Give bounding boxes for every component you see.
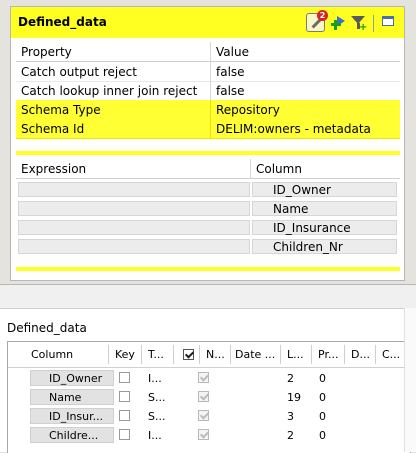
panel-toolbar-strip bbox=[0, 285, 416, 309]
type-cell[interactable]: I... bbox=[148, 429, 162, 442]
property-row-schema-type[interactable]: Schema Type Repository bbox=[16, 100, 400, 120]
header-precision[interactable]: Pr... bbox=[318, 348, 338, 361]
property-value[interactable]: false bbox=[216, 65, 245, 79]
edit-schema-button[interactable]: 2 bbox=[306, 10, 328, 32]
expression-column-header: Expression bbox=[21, 162, 87, 176]
key-checkbox[interactable] bbox=[119, 391, 130, 402]
schema-table: Column Key T... N... Date ... L... Pr...… bbox=[7, 341, 411, 453]
nullable-checkbox[interactable] bbox=[198, 410, 209, 421]
window-icon bbox=[382, 16, 394, 26]
schema-row[interactable]: ID_Owner I... 2 0 bbox=[8, 369, 410, 388]
column-cell: Name bbox=[252, 201, 397, 216]
component-header: Defined_data 2 + bbox=[11, 7, 404, 38]
header-type[interactable]: T... bbox=[148, 348, 164, 361]
type-cell[interactable]: S... bbox=[148, 410, 165, 423]
expression-row: Children_Nr bbox=[16, 238, 400, 256]
filter-button[interactable]: + bbox=[349, 13, 368, 33]
schema-row[interactable]: Childre... I... 2 0 bbox=[8, 426, 410, 445]
add-output-button[interactable] bbox=[329, 13, 348, 32]
length-cell[interactable]: 2 bbox=[287, 429, 294, 442]
length-cell[interactable]: 3 bbox=[287, 410, 294, 423]
schema-row[interactable]: Name S... 19 0 bbox=[8, 388, 410, 407]
expression-cell[interactable] bbox=[18, 182, 250, 197]
key-checkbox[interactable] bbox=[119, 372, 130, 383]
header-date-pattern[interactable]: Date ... bbox=[235, 348, 275, 361]
value-column-header: Value bbox=[216, 45, 249, 59]
header-comment[interactable]: C... bbox=[382, 348, 400, 361]
component-panel: Defined_data 2 + Property Value Catch ou… bbox=[10, 6, 405, 281]
property-row-schema-id[interactable]: Schema Id DELIM:owners - metadata bbox=[16, 119, 400, 139]
property-row-catch-output-reject[interactable]: Catch output reject false bbox=[16, 62, 400, 82]
nullable-checkbox[interactable] bbox=[198, 429, 209, 440]
expression-row: ID_Insurance bbox=[16, 219, 400, 237]
property-row-catch-lookup-reject[interactable]: Catch lookup inner join reject false bbox=[16, 81, 400, 101]
expression-cell[interactable] bbox=[18, 201, 250, 216]
precision-cell[interactable]: 0 bbox=[319, 429, 326, 442]
column-cell: Children_Nr bbox=[252, 239, 397, 254]
precision-cell[interactable]: 0 bbox=[319, 410, 326, 423]
schema-panel-title: Defined_data bbox=[7, 321, 87, 335]
component-title: Defined_data bbox=[18, 15, 107, 29]
column-name-cell[interactable]: Name bbox=[30, 389, 114, 405]
expression-row: Name bbox=[16, 200, 400, 218]
header-nullable[interactable]: N... bbox=[206, 348, 225, 361]
key-checkbox[interactable] bbox=[119, 410, 130, 421]
precision-cell[interactable]: 0 bbox=[319, 391, 326, 404]
schema-editor-panel: Defined_data Column Key T... N... Date .… bbox=[0, 284, 416, 453]
header-default[interactable]: D... bbox=[351, 348, 370, 361]
precision-cell[interactable]: 0 bbox=[319, 372, 326, 385]
schema-row[interactable]: ID_Insur... S... 3 0 bbox=[8, 407, 410, 426]
key-checkbox[interactable] bbox=[119, 429, 130, 440]
section-divider bbox=[16, 267, 400, 271]
type-cell[interactable]: S... bbox=[148, 391, 165, 404]
length-cell[interactable]: 19 bbox=[287, 391, 301, 404]
property-value[interactable]: false bbox=[216, 84, 245, 98]
column-name-cell[interactable]: ID_Owner bbox=[30, 370, 114, 386]
column-name-cell[interactable]: ID_Insur... bbox=[30, 408, 114, 424]
properties-header-row: Property Value bbox=[16, 42, 400, 62]
column-column-header: Column bbox=[256, 162, 302, 176]
expression-header-row: Expression Column bbox=[16, 159, 400, 179]
toolbar-separator bbox=[373, 15, 374, 32]
section-divider bbox=[16, 151, 400, 155]
property-column-header: Property bbox=[21, 45, 72, 59]
nullable-checkbox[interactable] bbox=[198, 372, 209, 383]
expression-cell[interactable] bbox=[18, 239, 250, 254]
column-cell: ID_Owner bbox=[252, 182, 397, 197]
header-key[interactable]: Key bbox=[115, 348, 135, 361]
vertical-scrollbar[interactable] bbox=[404, 308, 416, 452]
schema-header-row: Column Key T... N... Date ... L... Pr...… bbox=[8, 342, 410, 368]
header-length[interactable]: L... bbox=[287, 348, 304, 361]
type-cell[interactable]: I... bbox=[148, 372, 162, 385]
property-value[interactable]: Repository bbox=[216, 103, 280, 117]
property-value[interactable]: DELIM:owners - metadata bbox=[216, 122, 371, 136]
error-badge: 2 bbox=[317, 10, 328, 21]
expression-cell[interactable] bbox=[18, 220, 250, 235]
expression-row: ID_Owner bbox=[16, 181, 400, 199]
minimize-window-button[interactable] bbox=[379, 13, 398, 32]
nullable-checkbox[interactable] bbox=[198, 391, 209, 402]
header-column[interactable]: Column bbox=[31, 348, 73, 361]
column-name-cell[interactable]: Childre... bbox=[30, 427, 114, 443]
select-all-checkbox[interactable] bbox=[183, 349, 194, 360]
length-cell[interactable]: 2 bbox=[287, 372, 294, 385]
column-cell: ID_Insurance bbox=[252, 220, 397, 235]
